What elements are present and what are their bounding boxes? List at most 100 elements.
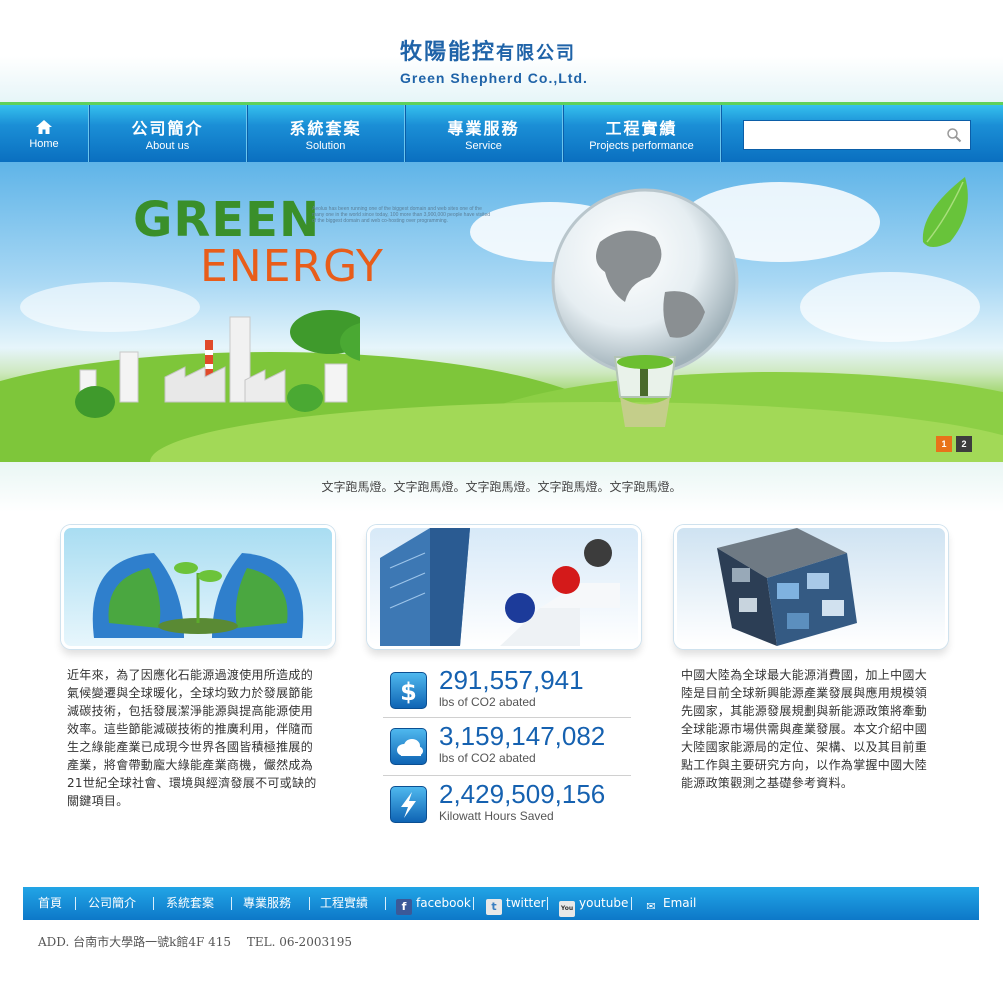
intro-line: 減碳技術，包括發展潔淨能源與提高能源使用 xyxy=(67,704,314,718)
intro-line: 氣候變遷與全球暖化，全球均致力於發展節能 xyxy=(67,686,314,700)
footer-link-email[interactable]: ✉ Email xyxy=(643,887,696,920)
search-icon[interactable] xyxy=(946,127,962,143)
lightning-icon xyxy=(390,786,427,823)
footer-divider xyxy=(309,897,310,910)
intro-line: 21世紀全球社會、環境與經濟發展不可或缺的 xyxy=(67,776,317,790)
stat-label: lbs of CO2 abated xyxy=(439,751,536,765)
footer-link-about[interactable]: 公司簡介 xyxy=(88,887,136,920)
email-icon: ✉ xyxy=(646,900,656,913)
earth-sprout-image xyxy=(61,525,335,649)
building-spheres-image xyxy=(367,525,641,649)
footer-divider xyxy=(473,897,474,910)
footer-divider xyxy=(631,897,632,910)
banner-headline-green: GREEN xyxy=(133,192,321,248)
intro-line: 生之綠能產業已成現今世界各國皆積極推展的 xyxy=(67,740,314,754)
logo-cn-suffix: 有限公司 xyxy=(496,43,577,64)
right-intro-text: 中國大陸為全球最大能源消費國，加上中國大 陸是目前全球新興能源產業發展與應用規模… xyxy=(681,666,927,792)
stat-label: lbs of CO2 abated xyxy=(439,695,536,709)
marquee-text: 文字跑馬燈。文字跑馬燈。文字跑馬燈。文字跑馬燈。文字跑馬燈。 xyxy=(0,462,1003,512)
slide-indicator-1[interactable]: 1 xyxy=(936,436,952,452)
stat-value: 2,429,509,156 xyxy=(439,779,606,809)
footer-link-service[interactable]: 專業服務 xyxy=(243,887,291,920)
footer-link-facebook[interactable]: f facebook xyxy=(396,887,471,920)
home-icon xyxy=(36,120,52,134)
footer-address: ADD. 台南市大學路一號k館4F 415 TEL. 06-2003195 xyxy=(38,935,353,949)
nav-projects-label-en: Projects performance xyxy=(589,140,694,152)
search-box xyxy=(743,120,971,150)
intro-line: 點工作與主要研究方向，以作為掌握中國大陸 xyxy=(681,758,928,772)
stat-divider xyxy=(383,775,631,776)
logo-chinese-name: 牧陽能控有限公司 xyxy=(400,40,588,67)
factory-illustration xyxy=(75,310,360,418)
footer-nav: 首頁 公司簡介 系統套案 專業服務 工程實績 f facebook t twitte… xyxy=(23,887,979,920)
nav-about-label-en: About us xyxy=(145,140,190,152)
cloud-icon xyxy=(390,728,427,765)
nav-solution-label-en: Solution xyxy=(305,140,346,152)
left-intro-text: 近年來，為了因應化石能源過渡使用所造成的 氣候變遷與全球暖化，全球均致力於發展節… xyxy=(67,666,317,810)
dollar-icon: $ xyxy=(390,672,427,709)
nav-divider xyxy=(720,105,721,162)
building-spheres-illustration xyxy=(380,528,620,646)
nav-item-projects[interactable]: 工程實績 Projects performance xyxy=(563,105,720,162)
facebook-label: facebook xyxy=(416,896,471,910)
banner-headline-energy: ENERGY xyxy=(200,241,384,292)
intro-line: 陸是目前全球新興能源產業發展與應用規模領 xyxy=(681,686,928,700)
intro-line: 全球能源市場供需與產業發展。本文介紹中國 xyxy=(681,722,928,736)
intro-line: 先國家，其能源發展規劃與新能源政策將牽動 xyxy=(681,704,928,718)
nav-about-label-cn: 公司簡介 xyxy=(131,119,204,138)
stat-value: 3,159,147,082 xyxy=(439,721,606,751)
slide-indicator-2[interactable]: 2 xyxy=(956,436,972,452)
intro-line: 能源政策觀測之基礎參考資料。 xyxy=(681,776,854,790)
hero-banner: GREEN ENERGY Aeolus has been running one… xyxy=(0,162,1003,462)
footer-link-solution[interactable]: 系統套案 xyxy=(166,887,214,920)
intro-line: 關鍵項目。 xyxy=(67,794,129,808)
twitter-icon: t xyxy=(486,899,502,915)
footer-link-projects[interactable]: 工程實績 xyxy=(320,887,368,920)
site-header: 牧陽能控有限公司 Green Shepherd Co.,Ltd. xyxy=(0,0,1003,102)
logo-english-name: Green Shepherd Co.,Ltd. xyxy=(400,70,588,86)
image-cube-image xyxy=(674,525,948,649)
footer-link-home[interactable]: 首頁 xyxy=(38,887,62,920)
globe-lightbulb-illustration xyxy=(551,188,739,427)
nav-home-label: Home xyxy=(29,138,59,150)
footer-link-youtube[interactable]: You youtube xyxy=(559,887,628,920)
cloud-shape xyxy=(800,272,980,342)
footer-divider xyxy=(153,897,154,910)
stat-divider xyxy=(383,717,631,718)
image-cube-illustration xyxy=(717,528,857,646)
nav-item-home[interactable]: Home xyxy=(0,105,88,162)
nav-service-label-en: Service xyxy=(465,140,502,152)
stat-value: 291,557,941 xyxy=(439,665,584,695)
stat-label: Kilowatt Hours Saved xyxy=(439,809,554,823)
footer-divider xyxy=(75,897,76,910)
search-input[interactable] xyxy=(744,121,939,149)
facebook-icon: f xyxy=(396,899,412,915)
logo-cn-main: 牧陽能控 xyxy=(400,40,497,65)
footer-divider xyxy=(231,897,232,910)
stat-co2: 3,159,147,082 lbs of CO2 abated xyxy=(383,720,631,774)
stat-kwh: 2,429,509,156 Kilowatt Hours Saved xyxy=(383,778,631,832)
footer-link-twitter[interactable]: t twitter xyxy=(486,887,546,920)
youtube-label: youtube xyxy=(579,896,629,910)
intro-line: 中國大陸為全球最大能源消費國，加上中國大 xyxy=(681,668,928,682)
intro-line: 效率。這些節能減碳技術的推廣利用，伴隨而 xyxy=(67,722,314,736)
earth-sprout-illustration xyxy=(92,553,304,638)
intro-line: 大陸國家能源局的定位、架構、以及其目前重 xyxy=(681,740,928,754)
nav-projects-label-cn: 工程實績 xyxy=(605,119,678,138)
intro-line: 近年來，為了因應化石能源過渡使用所造成的 xyxy=(67,668,314,682)
intro-line: 產業，將會帶動龐大綠能產業商機，儼然成為 xyxy=(67,758,314,772)
nav-solution-label-cn: 系統套案 xyxy=(289,119,362,138)
stat-dollars: $ 291,557,941 lbs of CO2 abated xyxy=(383,664,631,718)
nav-item-service[interactable]: 專業服務 Service xyxy=(405,105,562,162)
twitter-label: twitter xyxy=(506,896,546,910)
company-logo[interactable]: 牧陽能控有限公司 Green Shepherd Co.,Ltd. xyxy=(400,40,588,87)
main-navigation: Home 公司簡介 About us 系統套案 Solution 專業服務 Se… xyxy=(0,102,1003,162)
nav-item-solution[interactable]: 系統套案 Solution xyxy=(247,105,404,162)
leaf-decoration xyxy=(922,177,968,247)
email-label: Email xyxy=(663,896,697,910)
svg-text:$: $ xyxy=(400,678,417,706)
nav-service-label-cn: 專業服務 xyxy=(447,119,520,138)
youtube-icon: You xyxy=(559,901,575,917)
banner-fine-print: Aeolus has been running one of the bigge… xyxy=(312,206,491,224)
nav-item-about[interactable]: 公司簡介 About us xyxy=(89,105,246,162)
